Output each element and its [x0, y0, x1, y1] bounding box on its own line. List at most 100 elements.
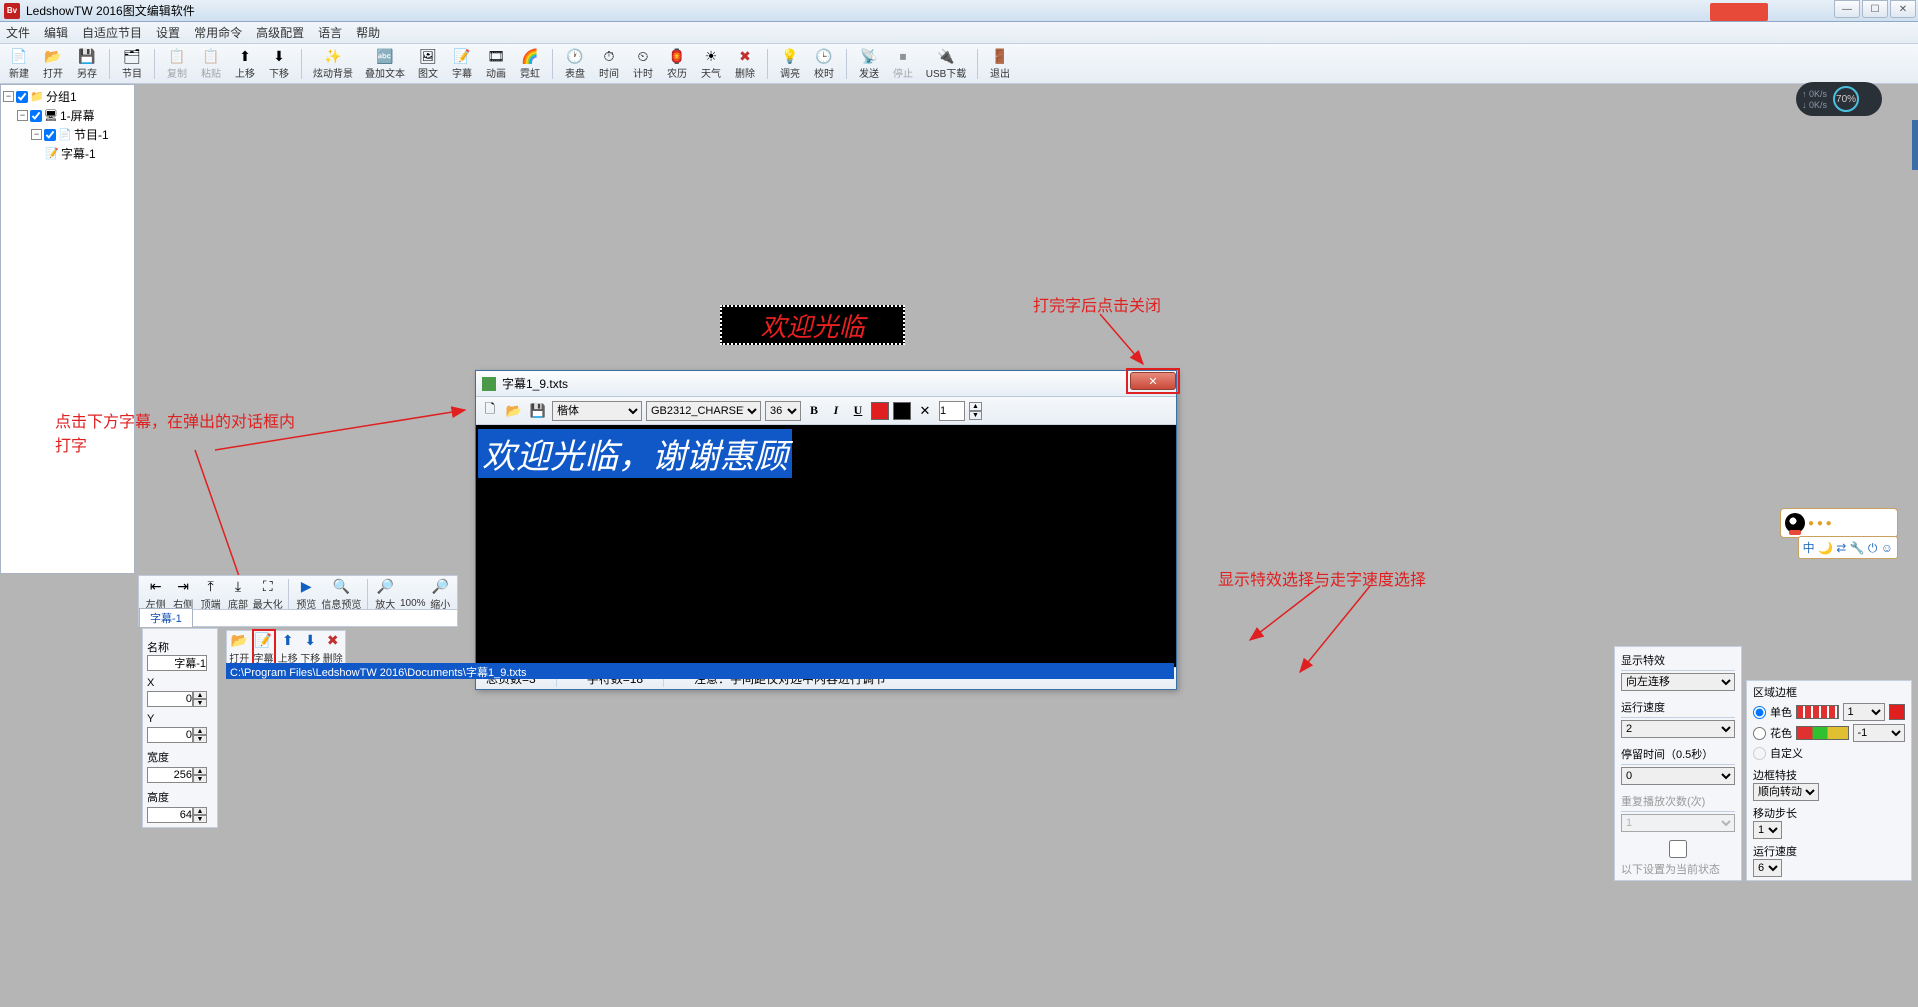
tool-打开[interactable]: 📂打开 — [38, 47, 68, 80]
dialog-text-editor[interactable]: 欢迎光临，谢谢惠顾 — [476, 425, 1176, 667]
menu-编辑[interactable]: 编辑 — [44, 24, 68, 41]
dialog-title-bar[interactable]: 字幕1_9.txts ✕ — [476, 371, 1176, 397]
new-file-icon[interactable]: 🗋 — [480, 401, 500, 421]
border-color-select[interactable]: -1 — [1853, 724, 1906, 742]
tool-另存[interactable]: 💾另存 — [72, 47, 102, 80]
tool-下移[interactable]: ⬇下移 — [264, 47, 294, 80]
tool-删除[interactable]: ✖删除 — [730, 47, 760, 80]
tool-天气[interactable]: ☀天气 — [696, 47, 726, 80]
tool-删除[interactable]: ✖删除 — [323, 632, 344, 665]
bg-color-swatch[interactable] — [893, 402, 911, 420]
spin-down[interactable]: ▼ — [193, 775, 207, 783]
spin-down[interactable]: ▼ — [193, 699, 207, 707]
close-button[interactable]: ✕ — [1890, 0, 1916, 18]
y-field[interactable] — [147, 727, 193, 743]
tool-100%[interactable]: 100% — [400, 580, 426, 609]
spin-up[interactable]: ▲ — [193, 727, 207, 735]
border-color-swatch[interactable] — [1889, 704, 1905, 720]
tool-时间[interactable]: ⏱时间 — [594, 47, 624, 80]
tool-下移[interactable]: ⬇下移 — [300, 632, 321, 665]
led-preview[interactable]: 欢迎光临 — [720, 305, 905, 345]
tool-发送[interactable]: 📡发送 — [854, 47, 884, 80]
tool-霓虹[interactable]: 🌈霓虹 — [515, 47, 545, 80]
border-single-select[interactable]: 1 — [1843, 703, 1886, 721]
close-red-tab[interactable] — [1710, 3, 1768, 21]
text-color-swatch[interactable] — [871, 402, 889, 420]
tool-调亮[interactable]: 💡调亮 — [775, 47, 805, 80]
spin-up[interactable]: ▲ — [193, 807, 207, 815]
menu-常用命令[interactable]: 常用命令 — [194, 24, 242, 41]
tree-checkbox[interactable] — [30, 110, 42, 122]
tool-字幕[interactable]: 📝字幕 — [252, 629, 276, 668]
underline-button[interactable]: U — [849, 403, 867, 418]
tree-checkbox[interactable] — [44, 129, 56, 141]
tool-上移[interactable]: ⬆上移 — [230, 47, 260, 80]
tree-checkbox[interactable] — [16, 91, 28, 103]
spacing-icon[interactable]: ✕ — [915, 401, 935, 421]
spin-up[interactable]: ▲ — [193, 767, 207, 775]
spin-up[interactable]: ▲ — [969, 402, 982, 411]
font-select[interactable]: 楷体 — [552, 401, 642, 421]
tool-左侧[interactable]: ⇤左侧 — [143, 578, 168, 611]
tool-计时[interactable]: ⏲计时 — [628, 47, 658, 80]
right-edge-handle[interactable] — [1912, 120, 1918, 170]
tool-信息预览[interactable]: 🔍信息预览 — [321, 578, 362, 611]
width-field[interactable] — [147, 767, 193, 783]
spin-down[interactable]: ▼ — [969, 411, 982, 420]
save-file-icon[interactable]: 💾 — [528, 401, 548, 421]
border-fx-select[interactable]: 顺向转动 — [1753, 783, 1819, 801]
effect-select[interactable]: 向左连移 — [1621, 673, 1735, 691]
tool-放大[interactable]: 🔎放大 — [373, 578, 398, 611]
stay-select[interactable]: 0 — [1621, 767, 1735, 785]
open-file-icon[interactable]: 📂 — [504, 401, 524, 421]
tool-退出[interactable]: 🚪退出 — [985, 47, 1015, 80]
tool-最大化[interactable]: ⛶最大化 — [253, 578, 283, 611]
tree-program-row[interactable]: − 📄 节目-1 — [3, 125, 132, 144]
tool-字幕[interactable]: 📝字幕 — [447, 47, 477, 80]
collapse-icon[interactable]: − — [3, 91, 14, 102]
tool-农历[interactable]: 🏮农历 — [662, 47, 692, 80]
height-field[interactable] — [147, 807, 193, 823]
ime-status[interactable]: 中 🌙 ⇄ 🔧 ⏻ ☺ — [1798, 536, 1898, 559]
tree-screen-row[interactable]: − 🖥 1-屏幕 — [3, 106, 132, 125]
tool-新建[interactable]: 📄新建 — [4, 47, 34, 80]
charset-select[interactable]: GB2312_CHARSET — [646, 401, 761, 421]
tool-炫动背景[interactable]: ✨炫动背景 — [309, 47, 357, 80]
tool-叠加文本[interactable]: 🔤叠加文本 — [361, 47, 409, 80]
collapse-icon[interactable]: − — [17, 110, 28, 121]
menu-文件[interactable]: 文件 — [6, 24, 30, 41]
spin-up[interactable]: ▲ — [193, 691, 207, 699]
border-color-radio[interactable] — [1753, 727, 1766, 740]
ime-widget[interactable]: ● ● ● — [1780, 508, 1898, 538]
tree-group-row[interactable]: − 📁 分组1 — [3, 87, 132, 106]
italic-button[interactable]: I — [827, 403, 845, 418]
tree-subtitle-row[interactable]: 📝 字幕-1 — [3, 144, 132, 163]
collapse-icon[interactable]: − — [31, 129, 42, 140]
tool-上移[interactable]: ⬆上移 — [278, 632, 299, 665]
border-step-select[interactable]: 1 — [1753, 821, 1782, 839]
tool-底部[interactable]: ⤓底部 — [225, 578, 250, 611]
spin-down[interactable]: ▼ — [193, 735, 207, 743]
size-select[interactable]: 36 — [765, 401, 801, 421]
tool-顶端[interactable]: ⤒顶端 — [198, 578, 223, 611]
file-path-row[interactable]: C:\Program Files\LedshowTW 2016\Document… — [226, 663, 1174, 679]
spin-down[interactable]: ▼ — [193, 815, 207, 823]
tool-预览[interactable]: ▶预览 — [294, 578, 319, 611]
dialog-close-button[interactable]: ✕ — [1130, 372, 1176, 390]
save-state-checkbox[interactable] — [1621, 840, 1735, 858]
net-speed-widget[interactable]: ↑ 0K/s ↓ 0K/s 70% — [1796, 82, 1882, 116]
menu-帮助[interactable]: 帮助 — [356, 24, 380, 41]
save-state-row[interactable]: 以下设置为当前状态 — [1621, 838, 1735, 877]
minimize-button[interactable]: — — [1834, 0, 1860, 18]
name-field[interactable] — [147, 655, 207, 671]
tool-校时[interactable]: 🕒校时 — [809, 47, 839, 80]
border-speed-select[interactable]: 6 — [1753, 859, 1782, 877]
subtitle-tab[interactable]: 字幕-1 — [139, 608, 193, 627]
tool-图文[interactable]: 🖼图文 — [413, 47, 443, 80]
menu-高级配置[interactable]: 高级配置 — [256, 24, 304, 41]
project-tree[interactable]: − 📁 分组1 − 🖥 1-屏幕 − 📄 节目-1 📝 字幕-1 — [0, 84, 135, 574]
tool-动画[interactable]: 🎞动画 — [481, 47, 511, 80]
tool-右侧[interactable]: ⇥右侧 — [170, 578, 195, 611]
tool-USB下载[interactable]: 🔌USB下载 — [922, 47, 970, 80]
spacing-input[interactable] — [939, 401, 965, 421]
